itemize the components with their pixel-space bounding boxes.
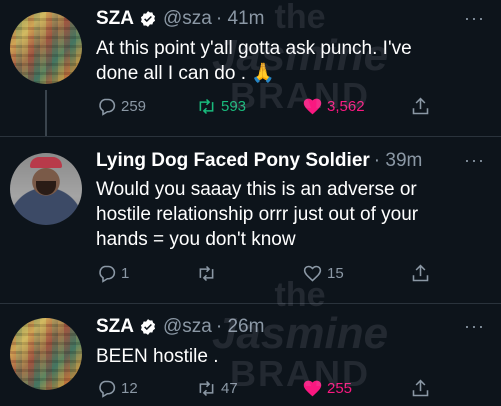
reply-count: 1 — [121, 265, 130, 282]
verified-icon — [140, 319, 156, 335]
like-count: 255 — [327, 380, 353, 397]
tweet-text-line: Would you saaay this is an adverse or — [96, 179, 417, 200]
reply-button[interactable]: 12 — [96, 378, 138, 399]
action-bar: 259 593 3,562 — [96, 96, 436, 118]
avatar[interactable] — [10, 153, 82, 225]
tweet[interactable]: SZA @sza · 26m ··· BEEN hostile . 12 47 — [0, 304, 501, 406]
like-button[interactable]: 255 — [302, 378, 352, 399]
like-button[interactable]: 3,562 — [302, 96, 365, 117]
like-button[interactable]: 15 — [302, 263, 344, 284]
tweet-text: At this point y'all gotta ask punch. I'v… — [96, 36, 476, 86]
tweet-text-line: At this point y'all gotta ask punch. I'v… — [96, 38, 412, 59]
share-button[interactable] — [410, 263, 435, 284]
retweet-icon — [199, 98, 214, 115]
reply-count: 259 — [121, 98, 147, 115]
tweet-header: Lying Dog Faced Pony Soldier · 39m — [96, 150, 422, 172]
reply-button[interactable]: 1 — [96, 263, 129, 284]
reply-icon — [99, 98, 116, 116]
like-count: 3,562 — [327, 98, 365, 115]
tweet[interactable]: SZA @sza · 41m ··· At this point y'all g… — [0, 0, 501, 136]
heart-icon — [303, 265, 322, 282]
display-name[interactable]: Lying Dog Faced Pony Soldier — [96, 150, 370, 172]
timestamp[interactable]: · 26m — [216, 316, 265, 338]
share-icon — [412, 379, 429, 397]
share-button[interactable] — [410, 378, 435, 399]
retweet-button[interactable]: 47 — [196, 378, 238, 399]
tweet-text-line: hostile relationship orrr just out of yo… — [96, 204, 419, 225]
tweet-header: SZA @sza · 26m — [96, 316, 264, 338]
avatar[interactable] — [10, 12, 82, 84]
heart-icon — [303, 380, 322, 397]
retweet-count: 47 — [221, 380, 238, 397]
reply-icon — [99, 265, 116, 283]
share-icon — [412, 97, 429, 115]
more-icon[interactable]: ··· — [464, 316, 485, 337]
tweet-text: BEEN hostile . — [96, 344, 476, 369]
retweet-button[interactable] — [196, 263, 221, 284]
action-bar: 12 47 255 — [96, 378, 436, 400]
avatar-cap — [30, 157, 62, 168]
tweet-text-line: BEEN hostile . — [96, 346, 219, 367]
retweet-icon — [199, 265, 214, 282]
action-bar: 1 15 — [96, 263, 436, 285]
avatar-beard — [36, 181, 56, 195]
heart-icon — [303, 98, 322, 115]
timeline: SZA @sza · 41m ··· At this point y'all g… — [0, 0, 501, 406]
retweet-count: 593 — [221, 98, 247, 115]
tweet-header: SZA @sza · 41m — [96, 8, 264, 30]
share-icon — [412, 264, 429, 282]
verified-icon — [140, 11, 156, 27]
reply-icon — [99, 380, 116, 398]
display-name[interactable]: SZA — [96, 316, 134, 338]
display-name[interactable]: SZA — [96, 8, 134, 30]
reply-count: 12 — [121, 380, 138, 397]
tweet-text: Would you saaay this is an adverse or ho… — [96, 177, 476, 252]
reply-button[interactable]: 259 — [96, 96, 146, 117]
timestamp[interactable]: · 41m — [216, 8, 265, 30]
avatar[interactable] — [10, 318, 82, 390]
handle[interactable]: @sza — [163, 8, 212, 30]
timestamp[interactable]: · 39m — [374, 150, 423, 172]
handle[interactable]: @sza — [163, 316, 212, 338]
thread-line — [45, 90, 47, 136]
like-count: 15 — [327, 265, 344, 282]
share-button[interactable] — [410, 96, 435, 117]
more-icon[interactable]: ··· — [464, 8, 485, 29]
more-icon[interactable]: ··· — [464, 150, 485, 171]
tweet-text-line: done all I can do . 🙏 — [96, 63, 275, 84]
retweet-button[interactable]: 593 — [196, 96, 246, 117]
retweet-icon — [199, 380, 214, 397]
tweet[interactable]: Lying Dog Faced Pony Soldier · 39m ··· W… — [0, 137, 501, 303]
tweet-text-line: hands = you don't know — [96, 229, 296, 250]
